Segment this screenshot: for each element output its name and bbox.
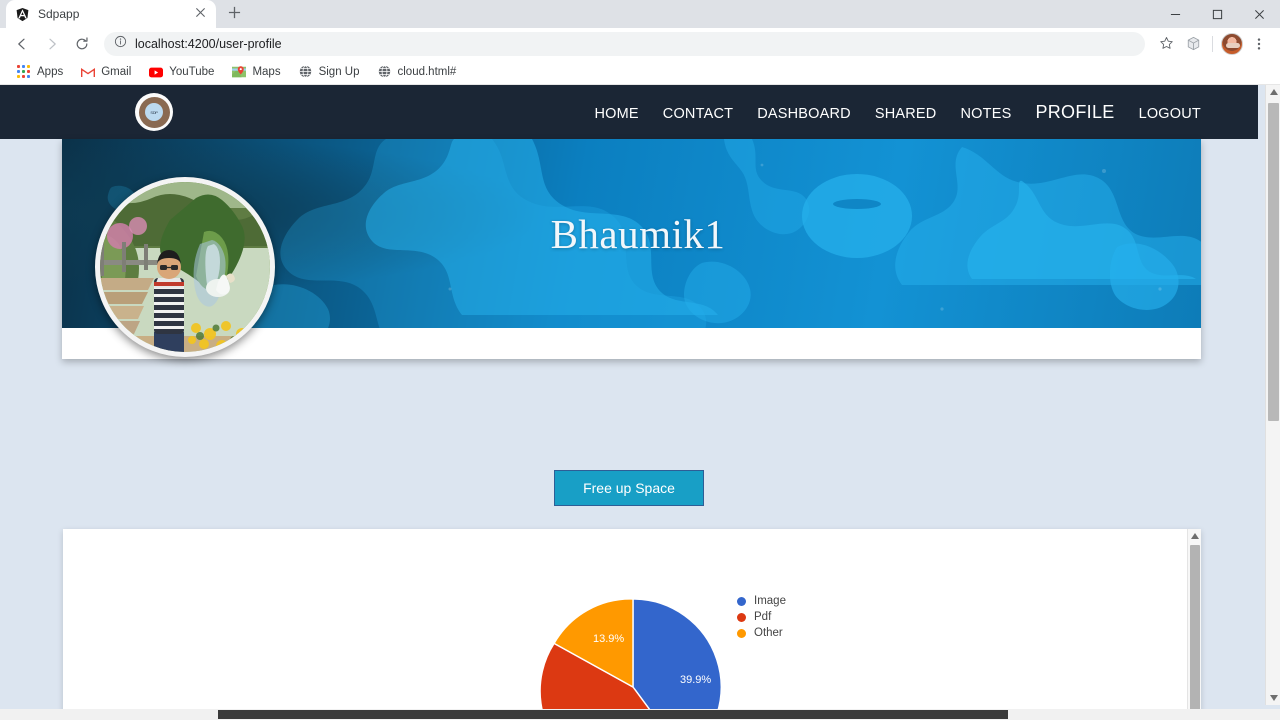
address-bar[interactable]: localhost:4200/user-profile — [104, 31, 1145, 56]
nav-link-contact[interactable]: CONTACT — [663, 106, 733, 122]
legend-color-swatch-pdf — [737, 612, 746, 622]
chart-legend: Image Pdf Other — [737, 593, 786, 641]
browser-tab[interactable]: Sdpapp — [6, 0, 216, 28]
close-button[interactable] — [1238, 0, 1280, 28]
legend-label: Pdf — [754, 611, 772, 623]
reload-icon[interactable] — [68, 30, 96, 58]
page-scroll-down-arrow-icon[interactable] — [1266, 691, 1280, 705]
legend-item-image[interactable]: Image — [737, 593, 786, 609]
star-icon[interactable] — [1153, 31, 1179, 57]
nav-link-home[interactable]: HOME — [594, 106, 638, 122]
bookmark-label: Sign Up — [318, 65, 360, 78]
chart-panel-scrollbar[interactable] — [1187, 529, 1201, 720]
toolbar-divider — [1212, 35, 1213, 52]
chart-panel: 39.9% 46.2% 13.9% Image Pdf Other — [63, 529, 1201, 720]
circular-brand-logo-icon[interactable]: SDP — [135, 93, 173, 131]
horizontal-scrollbar-thumb[interactable] — [218, 710, 1008, 719]
bookmark-label: Maps — [252, 65, 281, 78]
apps-grid-icon — [17, 64, 31, 79]
bookmark-label: Gmail — [101, 65, 132, 78]
close-icon[interactable] — [192, 6, 208, 22]
chart-panel-scrollbar-thumb[interactable] — [1190, 545, 1200, 720]
gmail-icon — [81, 65, 96, 79]
logo-ring: SDP — [138, 96, 170, 128]
legend-item-pdf[interactable]: Pdf — [737, 609, 786, 625]
cube-extension-icon[interactable] — [1180, 31, 1206, 57]
toolbar-right-icons — [1153, 31, 1272, 57]
bookmark-sign-up[interactable]: Sign Up — [292, 62, 367, 82]
pie-chart: 39.9% 46.2% 13.9% Image Pdf Other — [63, 529, 1193, 720]
page-scrollbar[interactable] — [1265, 85, 1280, 705]
new-tab-button[interactable] — [220, 0, 248, 26]
nav-link-notes[interactable]: NOTES — [960, 106, 1011, 122]
legend-label: Other — [754, 627, 783, 639]
bookmark-gmail[interactable]: Gmail — [74, 62, 138, 82]
pie-slice-image[interactable] — [632, 598, 722, 720]
page-viewport: SDP HOME CONTACT DASHBOARD SHARED NOTES … — [0, 85, 1280, 720]
nav-link-profile[interactable]: PROFILE — [1035, 102, 1114, 123]
account-avatar-icon[interactable] — [1219, 31, 1245, 57]
browser-window: Sdpapp localhost:4200/user-profile Apps … — [0, 0, 1280, 720]
window-controls — [1154, 0, 1280, 28]
avatar — [1221, 32, 1243, 55]
profile-photo-image — [100, 182, 270, 352]
legend-item-other[interactable]: Other — [737, 625, 786, 641]
logo-core: SDP — [145, 103, 163, 121]
maps-pin-icon — [232, 65, 247, 79]
minimize-button[interactable] — [1154, 0, 1196, 28]
tab-title: Sdpapp — [38, 7, 80, 21]
youtube-icon — [149, 65, 164, 79]
pie-label-image: 39.9% — [680, 674, 712, 686]
bookmarks-bar: Apps Gmail YouTube Maps Sign Up cloud.ht… — [0, 59, 1280, 85]
page-info-icon[interactable] — [114, 35, 127, 53]
bookmark-cloud-html[interactable]: cloud.html# — [371, 62, 464, 82]
bookmark-label: YouTube — [169, 65, 215, 78]
page-scroll-up-arrow-icon[interactable] — [1266, 85, 1280, 99]
browser-toolbar: localhost:4200/user-profile — [0, 28, 1280, 59]
legend-color-swatch-image — [737, 596, 746, 606]
nav-link-dashboard[interactable]: DASHBOARD — [757, 106, 851, 122]
site-navbar: SDP HOME CONTACT DASHBOARD SHARED NOTES … — [0, 85, 1258, 139]
site-nav-links: HOME CONTACT DASHBOARD SHARED NOTES PROF… — [594, 102, 1201, 123]
nav-link-shared[interactable]: SHARED — [875, 106, 937, 122]
globe-icon — [299, 64, 313, 79]
scroll-up-arrow-icon[interactable] — [1188, 529, 1201, 543]
tab-strip: Sdpapp — [0, 0, 1280, 28]
angular-logo-icon — [14, 6, 30, 22]
nav-link-logout[interactable]: LOGOUT — [1139, 106, 1201, 122]
bookmark-label: cloud.html# — [397, 65, 457, 78]
profile-card: Bhaumik1 — [62, 139, 1201, 359]
globe-icon — [378, 64, 392, 79]
pie-label-other: 13.9% — [593, 633, 625, 645]
legend-color-swatch-other — [737, 628, 746, 638]
arrow-back-icon[interactable] — [8, 30, 36, 58]
bookmark-maps[interactable]: Maps — [225, 62, 287, 82]
legend-label: Image — [754, 595, 786, 607]
arrow-forward-icon[interactable] — [38, 30, 66, 58]
maximize-button[interactable] — [1196, 0, 1238, 28]
bookmark-apps[interactable]: Apps — [10, 62, 70, 82]
three-dot-menu-icon[interactable] — [1246, 31, 1272, 57]
pie-chart-svg[interactable] — [533, 587, 733, 720]
bookmark-label: Apps — [37, 65, 64, 78]
free-up-space-button[interactable]: Free up Space — [554, 470, 704, 506]
bookmark-youtube[interactable]: YouTube — [142, 62, 221, 82]
address-bar-url: localhost:4200/user-profile — [135, 36, 282, 51]
page-scrollbar-thumb[interactable] — [1268, 103, 1279, 421]
horizontal-scrollbar[interactable] — [0, 709, 1280, 720]
user-profile-photo[interactable] — [95, 177, 275, 357]
free-up-space-row: Free up Space — [0, 470, 1258, 506]
